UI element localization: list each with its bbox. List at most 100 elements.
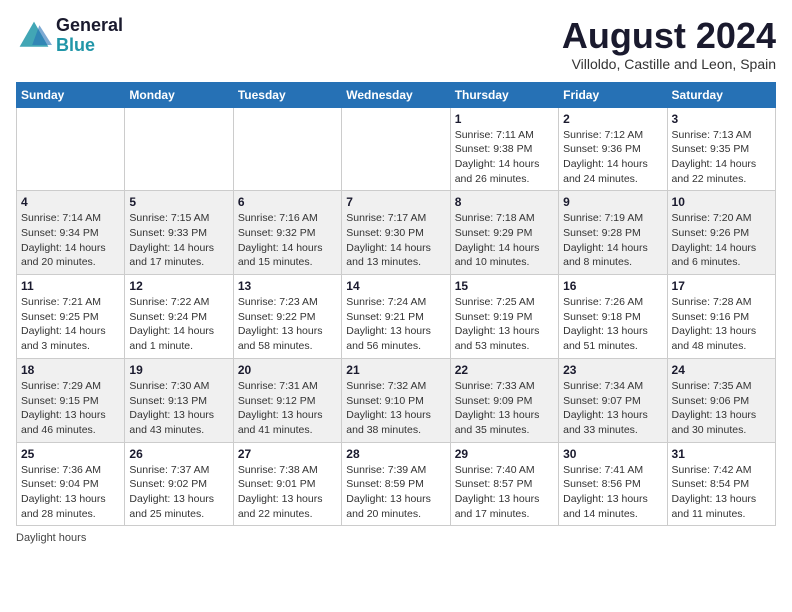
calendar-cell: 25 Sunrise: 7:36 AM Sunset: 9:04 PM Dayli… bbox=[17, 442, 125, 526]
weekday-header-row: SundayMondayTuesdayWednesdayThursdayFrid… bbox=[17, 82, 776, 107]
day-info: Sunrise: 7:35 AM Sunset: 9:06 PM Dayligh… bbox=[672, 379, 771, 438]
day-info: Sunrise: 7:40 AM Sunset: 8:57 PM Dayligh… bbox=[455, 463, 554, 522]
calendar-cell: 23 Sunrise: 7:34 AM Sunset: 9:07 PM Dayli… bbox=[559, 358, 667, 442]
day-number: 19 bbox=[129, 363, 228, 377]
calendar-cell: 4 Sunrise: 7:14 AM Sunset: 9:34 PM Daylig… bbox=[17, 191, 125, 275]
calendar-footer: Daylight hours bbox=[16, 532, 776, 544]
calendar-cell: 19 Sunrise: 7:30 AM Sunset: 9:13 PM Dayli… bbox=[125, 358, 233, 442]
calendar-table: SundayMondayTuesdayWednesdayThursdayFrid… bbox=[16, 82, 776, 527]
day-number: 7 bbox=[346, 195, 445, 209]
day-number: 14 bbox=[346, 279, 445, 293]
calendar-cell: 27Sunrise: 7:38 AM Sunset: 9:01 PM Dayli… bbox=[233, 442, 341, 526]
day-number: 4 bbox=[21, 195, 120, 209]
calendar-week-row: 11Sunrise: 7:21 AM Sunset: 9:25 PM Dayli… bbox=[17, 275, 776, 359]
day-info: Sunrise: 7:15 AM Sunset: 9:33 PM Dayligh… bbox=[129, 211, 228, 270]
calendar-cell: 14 Sunrise: 7:24 AM Sunset: 9:21 PM Dayli… bbox=[342, 275, 450, 359]
calendar-cell: 13Sunrise: 7:23 AM Sunset: 9:22 PM Dayli… bbox=[233, 275, 341, 359]
day-info: Sunrise: 7:17 AM Sunset: 9:30 PM Dayligh… bbox=[346, 211, 445, 270]
calendar-cell: 2 Sunrise: 7:12 AM Sunset: 9:36 PM Daylig… bbox=[559, 107, 667, 191]
calendar-week-row: 4 Sunrise: 7:14 AM Sunset: 9:34 PM Daylig… bbox=[17, 191, 776, 275]
day-number: 31 bbox=[672, 447, 771, 461]
day-info: Sunrise: 7:25 AM Sunset: 9:19 PM Dayligh… bbox=[455, 295, 554, 354]
day-info: Sunrise: 7:12 AM Sunset: 9:36 PM Dayligh… bbox=[563, 128, 662, 187]
day-info: Sunrise: 7:11 AM Sunset: 9:38 PM Dayligh… bbox=[455, 128, 554, 187]
calendar-cell: 11Sunrise: 7:21 AM Sunset: 9:25 PM Dayli… bbox=[17, 275, 125, 359]
logo: General Blue bbox=[16, 16, 123, 56]
calendar-cell: 22Sunrise: 7:33 AM Sunset: 9:09 PM Dayli… bbox=[450, 358, 558, 442]
logo-line2: Blue bbox=[56, 36, 123, 56]
day-number: 3 bbox=[672, 112, 771, 126]
calendar-cell: 15 Sunrise: 7:25 AM Sunset: 9:19 PM Dayli… bbox=[450, 275, 558, 359]
weekday-header-wednesday: Wednesday bbox=[342, 82, 450, 107]
day-number: 8 bbox=[455, 195, 554, 209]
day-info: Sunrise: 7:34 AM Sunset: 9:07 PM Dayligh… bbox=[563, 379, 662, 438]
day-number: 1 bbox=[455, 112, 554, 126]
calendar-cell: 9Sunrise: 7:19 AM Sunset: 9:28 PM Daylig… bbox=[559, 191, 667, 275]
calendar-cell: 30 Sunrise: 7:41 AM Sunset: 8:56 PM Dayli… bbox=[559, 442, 667, 526]
day-info: Sunrise: 7:21 AM Sunset: 9:25 PM Dayligh… bbox=[21, 295, 120, 354]
logo-line1: General bbox=[56, 16, 123, 36]
calendar-cell: 8 Sunrise: 7:18 AM Sunset: 9:29 PM Daylig… bbox=[450, 191, 558, 275]
weekday-header-thursday: Thursday bbox=[450, 82, 558, 107]
day-info: Sunrise: 7:29 AM Sunset: 9:15 PM Dayligh… bbox=[21, 379, 120, 438]
month-title: August 2024 bbox=[562, 16, 776, 56]
calendar-header: SundayMondayTuesdayWednesdayThursdayFrid… bbox=[17, 82, 776, 107]
calendar-cell bbox=[342, 107, 450, 191]
calendar-cell: 20 Sunrise: 7:31 AM Sunset: 9:12 PM Dayli… bbox=[233, 358, 341, 442]
calendar-cell: 29 Sunrise: 7:40 AM Sunset: 8:57 PM Dayli… bbox=[450, 442, 558, 526]
day-number: 2 bbox=[563, 112, 662, 126]
calendar-cell: 5 Sunrise: 7:15 AM Sunset: 9:33 PM Daylig… bbox=[125, 191, 233, 275]
day-number: 13 bbox=[238, 279, 337, 293]
day-number: 30 bbox=[563, 447, 662, 461]
day-info: Sunrise: 7:37 AM Sunset: 9:02 PM Dayligh… bbox=[129, 463, 228, 522]
day-info: Sunrise: 7:31 AM Sunset: 9:12 PM Dayligh… bbox=[238, 379, 337, 438]
day-number: 5 bbox=[129, 195, 228, 209]
day-info: Sunrise: 7:30 AM Sunset: 9:13 PM Dayligh… bbox=[129, 379, 228, 438]
day-info: Sunrise: 7:22 AM Sunset: 9:24 PM Dayligh… bbox=[129, 295, 228, 354]
calendar-cell: 24 Sunrise: 7:35 AM Sunset: 9:06 PM Dayli… bbox=[667, 358, 775, 442]
day-info: Sunrise: 7:39 AM Sunset: 8:59 PM Dayligh… bbox=[346, 463, 445, 522]
day-info: Sunrise: 7:24 AM Sunset: 9:21 PM Dayligh… bbox=[346, 295, 445, 354]
day-number: 21 bbox=[346, 363, 445, 377]
calendar-week-row: 1 Sunrise: 7:11 AM Sunset: 9:38 PM Daylig… bbox=[17, 107, 776, 191]
day-info: Sunrise: 7:14 AM Sunset: 9:34 PM Dayligh… bbox=[21, 211, 120, 270]
day-number: 28 bbox=[346, 447, 445, 461]
calendar-cell: 10Sunrise: 7:20 AM Sunset: 9:26 PM Dayli… bbox=[667, 191, 775, 275]
daylight-hours-label: Daylight hours bbox=[16, 532, 86, 544]
day-number: 24 bbox=[672, 363, 771, 377]
weekday-header-monday: Monday bbox=[125, 82, 233, 107]
day-number: 27 bbox=[238, 447, 337, 461]
day-info: Sunrise: 7:16 AM Sunset: 9:32 PM Dayligh… bbox=[238, 211, 337, 270]
day-info: Sunrise: 7:18 AM Sunset: 9:29 PM Dayligh… bbox=[455, 211, 554, 270]
logo-text: General Blue bbox=[56, 16, 123, 56]
calendar-cell: 28 Sunrise: 7:39 AM Sunset: 8:59 PM Dayli… bbox=[342, 442, 450, 526]
calendar-cell: 17Sunrise: 7:28 AM Sunset: 9:16 PM Dayli… bbox=[667, 275, 775, 359]
day-number: 25 bbox=[21, 447, 120, 461]
weekday-header-tuesday: Tuesday bbox=[233, 82, 341, 107]
day-number: 23 bbox=[563, 363, 662, 377]
day-number: 29 bbox=[455, 447, 554, 461]
calendar-week-row: 18 Sunrise: 7:29 AM Sunset: 9:15 PM Dayli… bbox=[17, 358, 776, 442]
calendar-cell: 12 Sunrise: 7:22 AM Sunset: 9:24 PM Dayli… bbox=[125, 275, 233, 359]
day-number: 15 bbox=[455, 279, 554, 293]
calendar-cell: 7 Sunrise: 7:17 AM Sunset: 9:30 PM Daylig… bbox=[342, 191, 450, 275]
title-block: August 2024 Villoldo, Castille and Leon,… bbox=[562, 16, 776, 72]
weekday-header-friday: Friday bbox=[559, 82, 667, 107]
calendar-cell: 1 Sunrise: 7:11 AM Sunset: 9:38 PM Daylig… bbox=[450, 107, 558, 191]
location-subtitle: Villoldo, Castille and Leon, Spain bbox=[562, 56, 776, 72]
day-info: Sunrise: 7:42 AM Sunset: 8:54 PM Dayligh… bbox=[672, 463, 771, 522]
calendar-cell: 26 Sunrise: 7:37 AM Sunset: 9:02 PM Dayli… bbox=[125, 442, 233, 526]
day-number: 16 bbox=[563, 279, 662, 293]
day-info: Sunrise: 7:20 AM Sunset: 9:26 PM Dayligh… bbox=[672, 211, 771, 270]
logo-icon bbox=[16, 18, 52, 54]
day-info: Sunrise: 7:32 AM Sunset: 9:10 PM Dayligh… bbox=[346, 379, 445, 438]
day-number: 20 bbox=[238, 363, 337, 377]
day-number: 26 bbox=[129, 447, 228, 461]
day-info: Sunrise: 7:28 AM Sunset: 9:16 PM Dayligh… bbox=[672, 295, 771, 354]
day-number: 12 bbox=[129, 279, 228, 293]
day-number: 18 bbox=[21, 363, 120, 377]
day-info: Sunrise: 7:26 AM Sunset: 9:18 PM Dayligh… bbox=[563, 295, 662, 354]
day-info: Sunrise: 7:36 AM Sunset: 9:04 PM Dayligh… bbox=[21, 463, 120, 522]
day-info: Sunrise: 7:41 AM Sunset: 8:56 PM Dayligh… bbox=[563, 463, 662, 522]
calendar-cell: 31 Sunrise: 7:42 AM Sunset: 8:54 PM Dayli… bbox=[667, 442, 775, 526]
